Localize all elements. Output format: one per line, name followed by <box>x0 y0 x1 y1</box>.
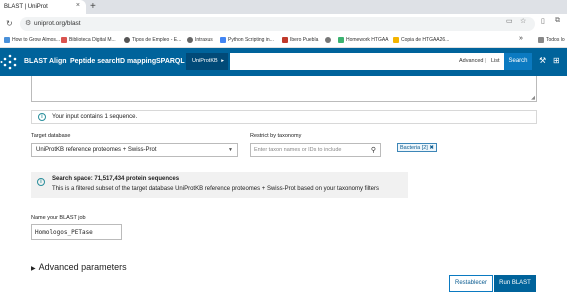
browser-tab[interactable]: BLAST | UniProt × <box>0 0 86 14</box>
bookmark-item[interactable]: Homework HTGAA <box>338 37 389 43</box>
bookmark-item[interactable] <box>325 37 333 43</box>
nav-peptide-search[interactable]: Peptide search <box>70 58 120 65</box>
resize-handle-icon[interactable]: ◢ <box>531 95 535 101</box>
bookmark-item[interactable]: Ibero Puebla <box>282 37 318 43</box>
bookmark-item[interactable]: Intraxus <box>187 37 213 43</box>
bookmark-item[interactable]: How to Grow Almos... <box>4 37 60 43</box>
job-name-label: Name your BLAST job <box>31 215 86 221</box>
caret-down-icon: ▼ <box>228 147 233 153</box>
bookmarks-bar: How to Grow Almos... Biblioteca Digital … <box>0 34 567 48</box>
advanced-parameters-toggle[interactable]: ▶ Advanced parameters <box>31 262 127 272</box>
bookmark-icon <box>393 37 399 43</box>
bookmark-icon <box>282 37 288 43</box>
database-selector[interactable]: UniProtKB ▸ <box>186 53 228 70</box>
bookmark-icon <box>187 37 193 43</box>
advanced-search-link[interactable]: Advanced <box>459 58 483 64</box>
reset-button[interactable]: Restablecer <box>449 275 493 292</box>
all-bookmarks-folder[interactable]: Todos lo <box>538 37 565 43</box>
url-field[interactable]: ⚙ uniprot.org/blast <box>20 17 535 31</box>
sequence-textarea[interactable]: ◢ <box>31 76 537 102</box>
new-tab-button[interactable]: + <box>90 1 96 12</box>
puzzle-icon[interactable]: ⧉ <box>555 17 560 25</box>
bookmark-item[interactable]: Tipos de Empleo - E... <box>124 37 181 43</box>
run-blast-button[interactable]: Run BLAST <box>494 275 536 292</box>
query-input[interactable]: Advanced | List <box>230 53 504 70</box>
address-bar: ↻ ⚙ uniprot.org/blast ▭ ☆ ▯ ⧉ <box>0 14 567 34</box>
reload-icon[interactable]: ↻ <box>6 19 13 28</box>
site-info-icon[interactable]: ⚙ <box>25 17 31 31</box>
taxonomy-input[interactable]: Enter taxon names or IDs to include ⚲ <box>250 143 381 157</box>
bookmark-item[interactable]: Copia de HTGAA26... <box>393 37 449 43</box>
info-icon: i <box>38 113 46 121</box>
tools-icon[interactable]: ⚒ <box>539 56 546 65</box>
search-space-notice: i Search space: 71,517,434 protein seque… <box>31 172 408 198</box>
caret-down-icon: ▸ <box>221 58 224 64</box>
taxonomy-chip-bacteria[interactable]: Bacteria [2] ✖ <box>397 143 437 152</box>
search-space-title: Search space: 71,517,434 protein sequenc… <box>52 176 180 182</box>
nav-sparql[interactable]: SPARQL <box>156 58 185 65</box>
browser-tab-bar: BLAST | UniProt × + <box>0 0 567 14</box>
target-db-label: Target database <box>31 133 71 139</box>
search-icon[interactable]: ⚲ <box>371 144 376 157</box>
bookmark-icon <box>124 37 130 43</box>
search-space-description: This is a filtered subset of the target … <box>52 186 379 192</box>
uniprot-logo-icon[interactable] <box>0 52 20 72</box>
google-icon <box>220 37 226 43</box>
folder-icon <box>538 37 544 43</box>
list-link[interactable]: List <box>491 58 500 64</box>
target-db-select[interactable]: UniProtKB reference proteomes + Swiss-Pr… <box>31 143 238 157</box>
separator: | <box>485 58 487 64</box>
extensions-icon[interactable]: ▯ <box>541 17 545 25</box>
bookmark-item[interactable]: Biblioteca Digital M... <box>61 37 116 43</box>
taxonomy-label: Restrict by taxonomy <box>250 133 302 139</box>
bookmarks-overflow-icon[interactable]: » <box>519 35 523 42</box>
install-app-icon[interactable]: ▭ <box>506 17 513 25</box>
tab-close-icon[interactable]: × <box>76 2 80 9</box>
info-icon: i <box>37 178 45 186</box>
search-button[interactable]: Search <box>504 53 532 70</box>
tab-title: BLAST | UniProt <box>4 4 48 10</box>
nav-align[interactable]: Align <box>49 58 67 65</box>
bookmark-icon <box>4 37 10 43</box>
bookmark-item[interactable]: Python Scripting in... <box>220 37 274 43</box>
uniprot-nav-bar: BLAST Align Peptide search ID mapping SP… <box>0 48 567 76</box>
nav-id-mapping[interactable]: ID mapping <box>118 58 156 65</box>
bookmark-star-icon[interactable]: ☆ <box>520 17 526 25</box>
caret-right-icon: ▶ <box>31 266 36 272</box>
nav-blast[interactable]: BLAST <box>24 58 47 65</box>
bookmark-icon <box>325 37 331 43</box>
bookmark-icon <box>61 37 67 43</box>
bookmark-icon <box>338 37 344 43</box>
basket-icon[interactable]: ⊞ <box>553 56 560 65</box>
blast-form: ◢ i Your input contains 1 sequence. Targ… <box>0 76 567 298</box>
url-text: uniprot.org/blast <box>34 20 81 27</box>
job-name-input[interactable]: Homologos_PETase <box>31 224 122 240</box>
input-info-message: i Your input contains 1 sequence. <box>31 110 537 124</box>
